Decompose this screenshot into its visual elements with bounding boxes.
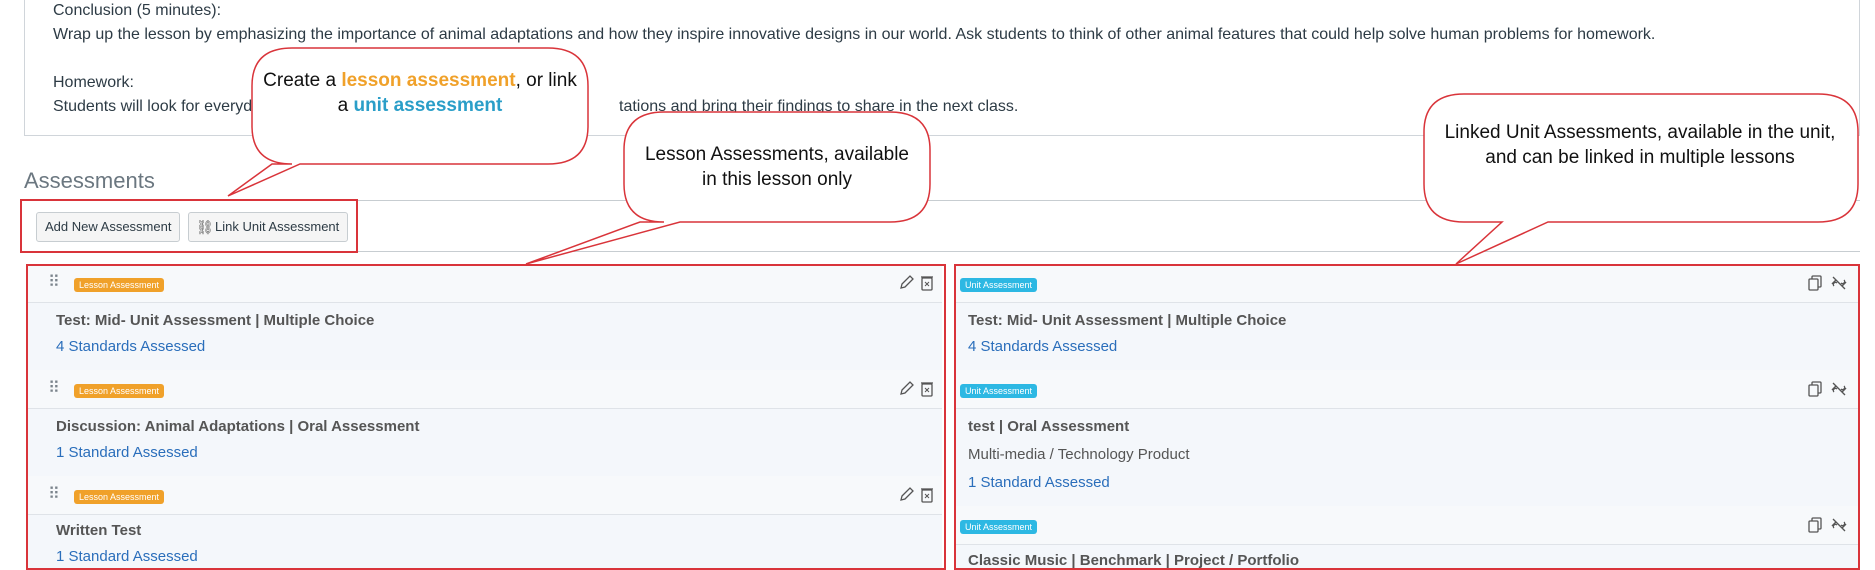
- unlink-icon[interactable]: [1830, 516, 1848, 534]
- lesson-assessments-panel: ⠿ Lesson Assessment Test: Mid- Unit Asse…: [28, 264, 942, 570]
- copy-icon[interactable]: [1806, 516, 1824, 534]
- conclusion-heading: Conclusion (5 minutes):: [53, 2, 222, 19]
- add-new-assessment-button[interactable]: Add New Assessment: [36, 212, 181, 242]
- lesson-only-callout-text: Lesson Assessments, available in this le…: [644, 144, 910, 190]
- standards-assessed-link[interactable]: 4 Standards Assessed: [968, 338, 1117, 355]
- callout-pre-text: Create a: [263, 70, 342, 91]
- standards-assessed-link[interactable]: 1 Standard Assessed: [56, 548, 198, 565]
- unit-assessments-panel: Unit Assessment Test: Mid- Unit Assessme…: [956, 264, 1860, 570]
- lesson-card-header: [28, 370, 942, 409]
- unit-assessment-badge: Unit Assessment: [960, 384, 1038, 398]
- edit-pencil-icon[interactable]: [898, 274, 916, 292]
- lesson-assessment-badge: Lesson Assessment: [74, 384, 165, 398]
- drag-handle-icon[interactable]: ⠿: [48, 272, 60, 292]
- assessment-type-label: Multi-media / Technology Product: [968, 446, 1190, 463]
- lesson-assessment-badge: Lesson Assessment: [74, 490, 165, 504]
- homework-text-left: Students will look for everyda: [53, 98, 262, 115]
- delete-trash-icon[interactable]: [918, 380, 936, 398]
- unlink-icon[interactable]: [1830, 380, 1848, 398]
- callout-unit-word: unit assessment: [353, 95, 503, 116]
- unit-card-header: [956, 264, 1860, 303]
- unit-assessment-badge: Unit Assessment: [960, 520, 1038, 534]
- callout-lesson-word: lesson assessment: [341, 70, 516, 91]
- lesson-assessment-title[interactable]: Discussion: Animal Adaptations | Oral As…: [56, 418, 419, 435]
- lesson-card-header: [28, 476, 942, 515]
- link-icon: ⛓: [196, 219, 214, 235]
- lesson-assessment-title[interactable]: Test: Mid- Unit Assessment | Multiple Ch…: [56, 312, 374, 329]
- create-callout-text: Create a lesson assessment, or link a un…: [262, 68, 578, 118]
- unit-card-header: [956, 506, 1860, 545]
- link-unit-assessment-label: Link Unit Assessment: [215, 219, 340, 234]
- edit-pencil-icon[interactable]: [898, 380, 916, 398]
- conclusion-text: Wrap up the lesson by emphasizing the im…: [53, 26, 1656, 43]
- lesson-assessment-badge: Lesson Assessment: [74, 278, 165, 292]
- linked-unit-callout-text: Linked Unit Assessments, available in th…: [1444, 122, 1836, 168]
- delete-trash-icon[interactable]: [918, 486, 936, 504]
- link-unit-assessment-button[interactable]: ⛓ Link Unit Assessment: [188, 212, 349, 242]
- unit-assessment-title[interactable]: test | Oral Assessment: [968, 418, 1129, 435]
- standards-assessed-link[interactable]: 1 Standard Assessed: [968, 474, 1110, 491]
- edit-pencil-icon[interactable]: [898, 486, 916, 504]
- homework-text-right: tations and bring their findings to shar…: [619, 98, 1019, 115]
- unit-assessment-badge: Unit Assessment: [960, 278, 1038, 292]
- unit-card-header: [956, 370, 1860, 409]
- homework-heading: Homework:: [53, 74, 134, 91]
- drag-handle-icon[interactable]: ⠿: [48, 378, 60, 398]
- drag-handle-icon[interactable]: ⠿: [48, 484, 60, 504]
- unit-assessment-title[interactable]: Classic Music | Benchmark | Project / Po…: [968, 552, 1299, 569]
- standards-assessed-link[interactable]: 1 Standard Assessed: [56, 444, 198, 461]
- delete-trash-icon[interactable]: [918, 274, 936, 292]
- unlink-icon[interactable]: [1830, 274, 1848, 292]
- copy-icon[interactable]: [1806, 380, 1824, 398]
- lesson-card-header: [28, 264, 942, 303]
- standards-assessed-link[interactable]: 4 Standards Assessed: [56, 338, 205, 355]
- assessments-title: Assessments: [24, 168, 155, 193]
- copy-icon[interactable]: [1806, 274, 1824, 292]
- lesson-assessment-title[interactable]: Written Test: [56, 522, 141, 539]
- unit-assessment-title[interactable]: Test: Mid- Unit Assessment | Multiple Ch…: [968, 312, 1286, 329]
